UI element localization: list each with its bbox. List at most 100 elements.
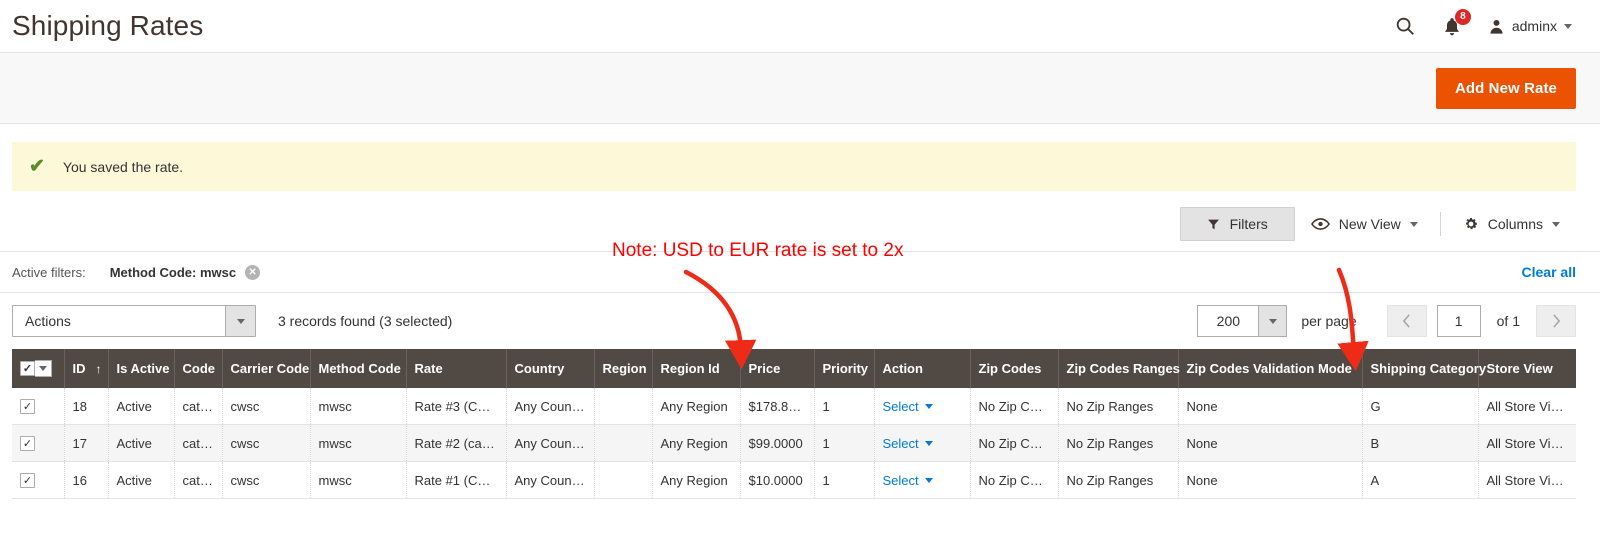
admin-user-menu[interactable]: adminx [1488, 18, 1572, 35]
cell-carrier-code: cwsc [222, 461, 311, 500]
column-header-select-all[interactable]: ✓ [12, 349, 65, 388]
add-new-rate-button[interactable]: Add New Rate [1435, 67, 1576, 109]
chevron-left-icon [1402, 314, 1410, 328]
notifications-button[interactable]: 8 [1442, 8, 1471, 37]
search-icon[interactable] [1394, 15, 1416, 37]
chevron-down-icon [1552, 221, 1560, 227]
row-select-cell[interactable]: ✓ [12, 388, 65, 426]
cell-zip-codes-validation-mode: None [1178, 424, 1363, 463]
page-number-input[interactable] [1436, 305, 1481, 337]
cell-code: cat_g [174, 388, 223, 426]
column-header-action[interactable]: Action [874, 349, 971, 388]
table-body: ✓ 18 Active cat_g cwsc mwsc Rate #3 (Cat… [12, 388, 1576, 500]
active-filters-label: Active filters: [12, 264, 86, 280]
view-dropdown-label: New View [1338, 216, 1401, 232]
columns-dropdown[interactable]: Columns [1447, 208, 1576, 240]
per-page-value: 200 [1216, 313, 1241, 329]
per-page-label: per page [1301, 313, 1357, 329]
admin-user-name: adminx [1511, 18, 1557, 34]
row-checkbox[interactable]: ✓ [20, 436, 35, 452]
row-checkbox[interactable]: ✓ [20, 399, 35, 415]
cell-action[interactable]: Select [874, 424, 971, 463]
cell-action[interactable]: Select [874, 388, 971, 426]
row-select-cell[interactable]: ✓ [12, 424, 65, 463]
cell-store-view: All Store Views [1478, 461, 1576, 500]
cell-zip-codes: No Zip Code [970, 388, 1059, 426]
page-total-label: of 1 [1496, 313, 1520, 329]
row-action-select[interactable]: Select [883, 399, 933, 414]
close-icon[interactable]: ✕ [245, 264, 261, 280]
row-action-select[interactable]: Select [883, 436, 933, 451]
column-header-shipping-category[interactable]: Shipping Category [1362, 349, 1486, 388]
cell-action[interactable]: Select [874, 461, 971, 500]
messages-area: ✔ You saved the rate. [0, 124, 1600, 191]
clear-all-link[interactable]: Clear all [1522, 264, 1576, 280]
user-icon [1490, 19, 1503, 34]
view-bookmarks-dropdown[interactable]: New View [1295, 208, 1434, 240]
column-header-code[interactable]: Code [174, 349, 223, 388]
cell-country: Any Country [506, 388, 595, 426]
row-checkbox[interactable]: ✓ [20, 473, 35, 489]
page-header: Shipping Rates 8 adminx [0, 0, 1600, 52]
cell-shipping-category: G [1362, 388, 1479, 426]
mass-actions-select[interactable]: Actions [12, 305, 256, 337]
previous-page-button[interactable] [1386, 305, 1427, 337]
notifications-badge: 8 [1454, 8, 1471, 25]
column-header-id[interactable]: ID ↑ [64, 349, 109, 388]
pagination-controls: 200 per page of 1 [1197, 305, 1576, 337]
row-select-cell[interactable]: ✓ [12, 461, 65, 500]
cell-is-active: Active [108, 461, 175, 500]
column-header-zip-codes-validation-mode[interactable]: Zip Codes Validation Mode [1178, 349, 1363, 388]
cell-store-view: All Store Views [1478, 424, 1576, 463]
select-all-checkbox[interactable]: ✓ [20, 361, 35, 376]
cell-rate: Rate #1 (Cat A) [406, 461, 507, 500]
per-page-select[interactable]: 200 [1197, 305, 1288, 337]
column-header-price[interactable]: Price [740, 349, 815, 388]
cell-code: cat_a [174, 461, 223, 500]
cell-id: 18 [64, 388, 109, 426]
cell-rate: Rate #3 (Cat G) [406, 388, 507, 426]
cell-zip-codes-validation-mode: None [1178, 461, 1363, 500]
column-header-zip-codes[interactable]: Zip Codes [970, 349, 1059, 388]
column-header-carrier-code[interactable]: Carrier Code [222, 349, 311, 388]
mass-actions-label: Actions [25, 313, 71, 329]
active-filters-row: Active filters: Method Code: mwsc ✕ Clea… [0, 251, 1600, 292]
data-grid-wrapper: ✓ ID ↑ Is Active Code Carrier Code Method… [0, 349, 1600, 500]
cell-price: $178.8700 [740, 388, 815, 426]
cell-zip-codes: No Zip Code [970, 461, 1059, 500]
column-header-priority[interactable]: Priority [814, 349, 875, 388]
table-row[interactable]: ✓ 17 Active cat_b cwsc mwsc Rate #2 (cat… [12, 424, 1576, 463]
cell-region [594, 461, 653, 500]
chevron-down-icon[interactable] [225, 306, 255, 336]
eye-icon [1310, 218, 1330, 230]
column-header-rate[interactable]: Rate [406, 349, 507, 388]
cell-is-active: Active [108, 424, 175, 463]
chevron-down-icon[interactable] [35, 360, 52, 377]
columns-dropdown-label: Columns [1487, 216, 1543, 232]
filters-button-label: Filters [1229, 216, 1268, 232]
chevron-down-icon [1409, 221, 1418, 227]
column-header-is-active[interactable]: Is Active [108, 349, 175, 388]
records-found-text: 3 records found (3 selected) [278, 313, 453, 329]
cell-is-active: Active [108, 388, 175, 426]
filters-button[interactable]: Filters [1179, 207, 1295, 241]
row-action-select[interactable]: Select [883, 473, 933, 488]
column-header-region[interactable]: Region [594, 349, 653, 388]
next-page-button[interactable] [1536, 305, 1576, 337]
column-header-country[interactable]: Country [506, 349, 595, 388]
success-message: ✔ You saved the rate. [12, 142, 1576, 191]
cell-country: Any Country [506, 424, 595, 463]
cell-zip-codes-ranges: No Zip Ranges [1058, 424, 1179, 463]
chevron-down-icon[interactable] [1258, 306, 1287, 336]
sort-ascending-icon: ↑ [95, 362, 102, 376]
cell-zip-codes-validation-mode: None [1178, 388, 1363, 426]
toolbar-divider [1439, 212, 1441, 236]
success-message-text: You saved the rate. [62, 158, 184, 175]
column-header-region-id[interactable]: Region Id [652, 349, 741, 388]
column-header-method-code[interactable]: Method Code [310, 349, 407, 388]
cell-zip-codes-ranges: No Zip Ranges [1058, 461, 1179, 500]
column-header-zip-codes-ranges[interactable]: Zip Codes Ranges [1058, 349, 1180, 388]
table-row[interactable]: ✓ 18 Active cat_g cwsc mwsc Rate #3 (Cat… [12, 388, 1576, 426]
table-row[interactable]: ✓ 16 Active cat_a cwsc mwsc Rate #1 (Cat… [12, 461, 1576, 500]
column-header-store-view[interactable]: Store View [1478, 349, 1576, 388]
